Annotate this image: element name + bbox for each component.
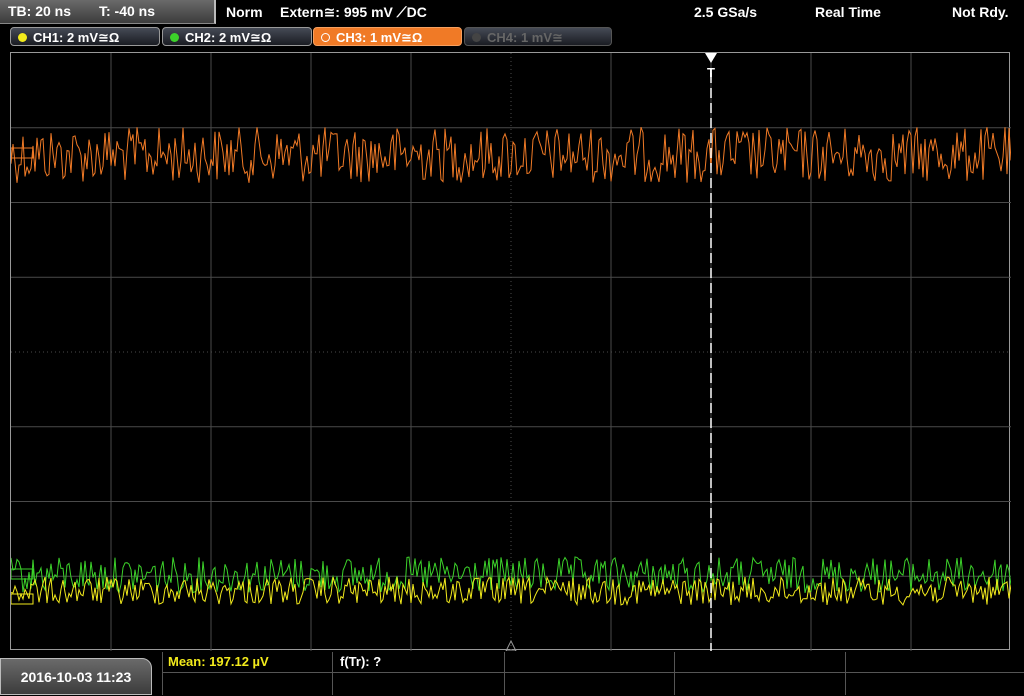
tab-ch2[interactable]: CH2: 2 mV≅Ω xyxy=(162,27,312,46)
ch2-label: CH2: 2 mV≅Ω xyxy=(185,30,272,45)
waveform-display[interactable]: T xyxy=(10,52,1011,651)
trigger-time-label: T: -40 ns xyxy=(99,3,156,19)
datetime-box[interactable]: 2016-10-03 11:23 xyxy=(0,658,152,695)
mean-measurement[interactable]: Mean: 197.12 µV xyxy=(168,652,269,672)
ch2-indicator-icon xyxy=(170,33,179,42)
meas-divider xyxy=(504,652,505,695)
meas-divider xyxy=(162,652,163,695)
timebase-label: TB: 20 ns xyxy=(8,3,72,19)
ch3-label: CH3: 1 mV≅Ω xyxy=(336,30,423,45)
timebase-box[interactable]: TB: 20 ns T: -40 ns xyxy=(0,0,216,24)
meas-divider xyxy=(332,652,333,695)
trigger-arrow-icon xyxy=(705,53,717,63)
meas-divider xyxy=(162,672,1024,673)
ch1-indicator-icon xyxy=(18,33,27,42)
trigger-marker-label: T xyxy=(707,65,715,80)
meas-divider xyxy=(674,652,675,695)
trigger-mode[interactable]: Norm xyxy=(226,0,263,24)
ch4-label: CH4: 1 mV≅ xyxy=(487,30,563,45)
tab-ch3[interactable]: CH3: 1 mV≅Ω xyxy=(313,27,462,46)
waveform-canvas: T xyxy=(11,53,1011,651)
acquisition-mode[interactable]: Real Time xyxy=(815,0,881,24)
frequency-measurement[interactable]: f(Tr): ? xyxy=(340,652,381,672)
channel-tabs: CH1: 2 mV≅Ω CH2: 2 mV≅Ω CH3: 1 mV≅Ω CH4:… xyxy=(0,24,1024,50)
trigger-source[interactable]: Extern≅: 995 mV ⟋DC xyxy=(280,0,427,24)
ch1-label: CH1: 2 mV≅Ω xyxy=(33,30,120,45)
measurement-panel[interactable]: Mean: 197.12 µV f(Tr): ? xyxy=(162,652,1024,695)
trigger-status: Not Rdy. xyxy=(952,4,1009,20)
ch3-indicator-icon xyxy=(321,33,330,42)
tab-ch1[interactable]: CH1: 2 mV≅Ω xyxy=(10,27,160,46)
tab-ch4[interactable]: CH4: 1 mV≅ xyxy=(464,27,612,46)
bottom-bar: 2016-10-03 11:23 Mean: 197.12 µV f(Tr): … xyxy=(0,652,1024,695)
ch3-waveform xyxy=(11,127,1011,183)
meas-divider xyxy=(845,652,846,695)
ch4-indicator-icon xyxy=(472,33,481,42)
top-status-bar: TB: 20 ns T: -40 ns Norm Extern≅: 995 mV… xyxy=(0,0,1024,24)
sample-rate: 2.5 GSa/s xyxy=(694,4,758,20)
ch2-waveform xyxy=(11,556,1011,595)
datetime-label: 2016-10-03 11:23 xyxy=(20,669,132,685)
